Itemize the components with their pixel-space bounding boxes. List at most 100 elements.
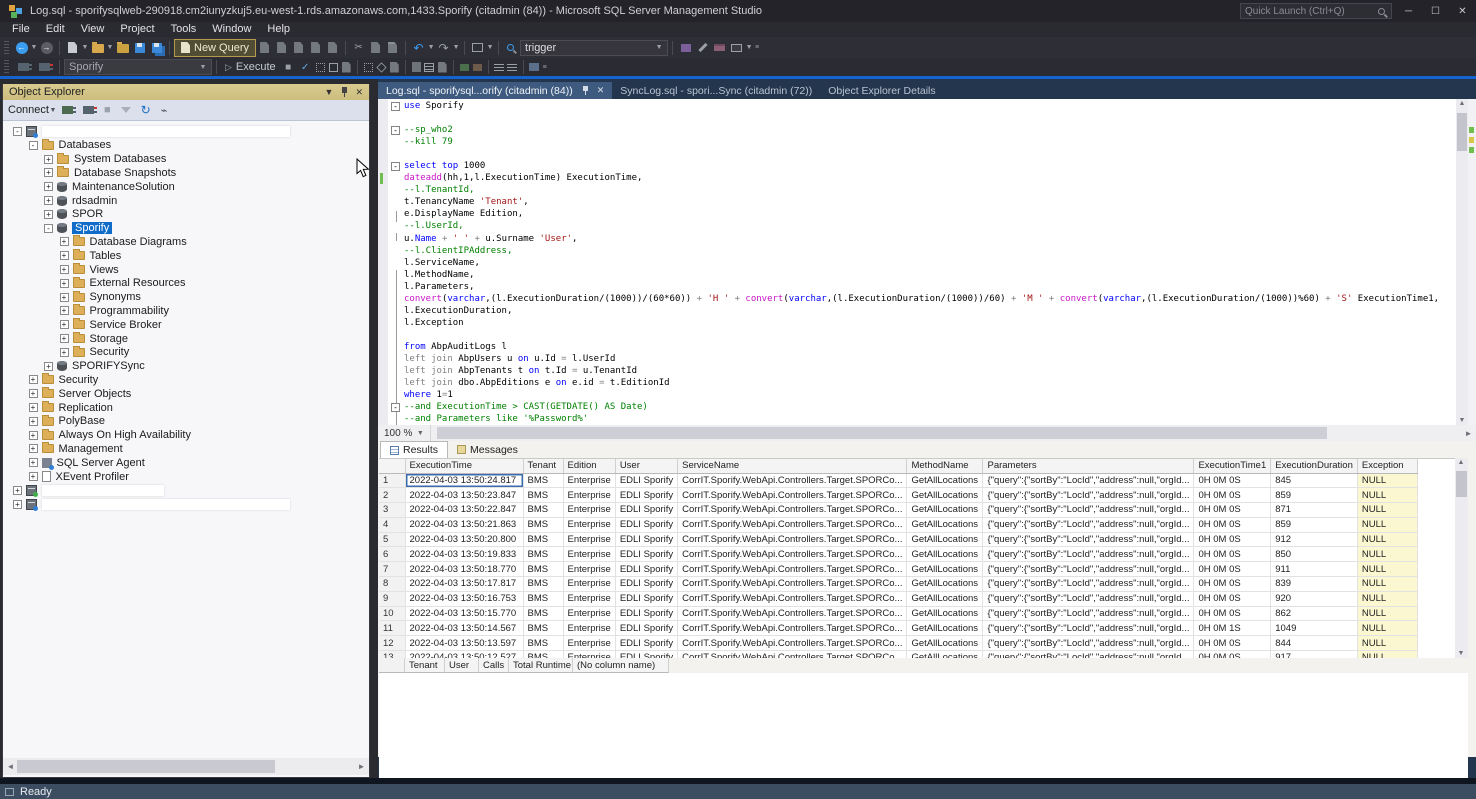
grid-cell[interactable]: Enterprise <box>563 606 615 621</box>
expand-box[interactable]: + <box>29 389 38 398</box>
grid-cell[interactable]: 0H 0M 0S <box>1194 473 1271 488</box>
grid-cell[interactable]: CorrIT.Sporify.WebApi.Controllers.Target… <box>678 562 907 577</box>
grid-cell[interactable]: CorrIT.Sporify.WebApi.Controllers.Target… <box>678 473 907 488</box>
grid-cell[interactable]: 0H 0M 0S <box>1194 562 1271 577</box>
grid-cell[interactable]: 2022-04-03 13:50:13.597 <box>405 636 523 651</box>
collapse-box[interactable]: - <box>13 127 22 136</box>
grid-cell[interactable]: {"query":{"sortBy":"LocId","address":nul… <box>983 577 1194 592</box>
grid-cell[interactable]: Enterprise <box>563 532 615 547</box>
grid-cell[interactable]: {"query":{"sortBy":"LocId","address":nul… <box>983 636 1194 651</box>
connect-query-icon[interactable] <box>18 63 29 71</box>
grid-cell[interactable]: 0H 0M 0S <box>1194 503 1271 518</box>
results-to-text-icon[interactable] <box>410 59 423 76</box>
doc-tab[interactable]: SyncLog.sql - spori...Sync (citadmin (72… <box>612 82 820 99</box>
grid-cell[interactable]: CorrIT.Sporify.WebApi.Controllers.Target… <box>678 532 907 547</box>
fold-collapse-box[interactable]: - <box>391 126 400 135</box>
tree-item-server[interactable]: + <box>13 484 164 497</box>
grid-cell[interactable]: 2022-04-03 13:50:15.770 <box>405 606 523 621</box>
expand-box[interactable]: + <box>29 444 38 453</box>
grid-cell[interactable]: GetAllLocations <box>907 636 983 651</box>
column-header-executiontime[interactable]: ExecutionTime <box>405 459 523 473</box>
grid-cell[interactable]: {"query":{"sortBy":"LocId","address":nul… <box>983 473 1194 488</box>
column-header-total-runtime[interactable]: Total Runtime <box>509 658 573 673</box>
editor-vscrollbar[interactable]: ▲ ▼ <box>1456 99 1468 425</box>
fold-collapse-box[interactable]: - <box>391 403 400 412</box>
grid-cell[interactable]: Enterprise <box>563 621 615 636</box>
connect-caret[interactable]: ▼ <box>49 107 57 114</box>
grid-cell[interactable]: NULL <box>1357 577 1417 592</box>
actual-plan-icon[interactable] <box>362 59 375 76</box>
expand-box[interactable]: + <box>60 265 69 274</box>
expand-box[interactable]: + <box>60 293 69 302</box>
grid-cell[interactable]: BMS <box>523 636 563 651</box>
expand-box[interactable]: + <box>13 486 22 495</box>
row-number-cell[interactable]: 5 <box>379 532 405 547</box>
tree-item-xevent-profiler[interactable]: +XEvent Profiler <box>29 470 129 483</box>
grid-cell[interactable]: NULL <box>1357 591 1417 606</box>
scroll-up-icon[interactable]: ▲ <box>1456 100 1468 107</box>
grid-cell[interactable]: EDLI Sporify <box>615 503 677 518</box>
doc-tab[interactable]: Object Explorer Details <box>820 82 943 99</box>
refresh-icon[interactable]: ↻ <box>141 103 151 117</box>
tree-item-replication[interactable]: +Replication <box>29 401 113 414</box>
grid-cell[interactable]: 2022-04-03 13:50:14.567 <box>405 621 523 636</box>
expand-box[interactable]: + <box>60 306 69 315</box>
tree-item-views[interactable]: +Views <box>60 263 119 276</box>
grid-cell[interactable]: GetAllLocations <box>907 621 983 636</box>
panel-close-icon[interactable]: ✕ <box>355 87 363 98</box>
disconnect-icon[interactable] <box>83 106 94 114</box>
new-database-query-icon[interactable] <box>256 39 273 56</box>
column-header-methodname[interactable]: MethodName <box>907 459 983 473</box>
fold-collapse-box[interactable]: - <box>391 162 400 171</box>
live-stats-icon[interactable] <box>375 59 388 76</box>
expand-box[interactable]: + <box>29 375 38 384</box>
column-header-calls[interactable]: Calls <box>479 658 509 673</box>
grid-cell[interactable]: BMS <box>523 473 563 488</box>
grid-cell[interactable]: EDLI Sporify <box>615 651 677 658</box>
column-header-servicename[interactable]: ServiceName <box>678 459 907 473</box>
grid-cell[interactable]: 911 <box>1271 562 1358 577</box>
grid-cell[interactable]: {"query":{"sortBy":"LocId","address":nul… <box>983 606 1194 621</box>
grid-cell[interactable]: BMS <box>523 591 563 606</box>
expand-box[interactable]: + <box>44 182 53 191</box>
comment-icon[interactable] <box>458 59 471 76</box>
expand-box[interactable]: + <box>60 237 69 246</box>
grid-cell[interactable]: 2022-04-03 13:50:22.847 <box>405 503 523 518</box>
grid-cell[interactable]: CorrIT.Sporify.WebApi.Controllers.Target… <box>678 636 907 651</box>
available-databases-combo[interactable]: Sporify ▼ <box>64 59 212 75</box>
console-icon[interactable] <box>728 39 745 56</box>
minimize-button[interactable]: ─ <box>1395 0 1422 22</box>
grid-cell[interactable]: BMS <box>523 488 563 503</box>
column-header--no-column-name-[interactable]: (No column name) <box>573 658 669 673</box>
expand-box[interactable]: + <box>44 168 53 177</box>
grid-cell[interactable]: BMS <box>523 517 563 532</box>
row-number-header[interactable] <box>379 459 405 473</box>
scroll-down-icon[interactable]: ▼ <box>1455 650 1467 657</box>
grid-cell[interactable]: GetAllLocations <box>907 517 983 532</box>
scroll-right-icon[interactable]: ► <box>1461 429 1476 438</box>
redo-caret[interactable]: ▼ <box>452 44 460 51</box>
find-icon[interactable] <box>503 39 520 56</box>
results-grid[interactable]: ExecutionTimeTenantEditionUserServiceNam… <box>379 458 1455 658</box>
connect-button[interactable]: Connect <box>8 104 49 116</box>
grid-cell[interactable]: 871 <box>1271 503 1358 518</box>
save-all-icon[interactable] <box>148 39 165 56</box>
grid-cell[interactable]: EDLI Sporify <box>615 621 677 636</box>
row-number-cell[interactable]: 11 <box>379 621 405 636</box>
filter-icon[interactable] <box>121 104 131 116</box>
grid-cell[interactable]: {"query":{"sortBy":"LocId","address":nul… <box>983 503 1194 518</box>
grid-cell[interactable]: GetAllLocations <box>907 488 983 503</box>
menu-window[interactable]: Window <box>204 22 259 37</box>
window-layout-caret[interactable]: ▼ <box>486 44 494 51</box>
grid-cell[interactable]: CorrIT.Sporify.WebApi.Controllers.Target… <box>678 606 907 621</box>
new-file-caret[interactable]: ▼ <box>81 44 89 51</box>
grid-cell[interactable]: Enterprise <box>563 473 615 488</box>
grid-cell[interactable]: 912 <box>1271 532 1358 547</box>
save-icon[interactable] <box>131 39 148 56</box>
expand-box[interactable]: + <box>60 348 69 357</box>
grid-cell[interactable]: EDLI Sporify <box>615 532 677 547</box>
grid-cell[interactable]: Enterprise <box>563 577 615 592</box>
column-header-executionduration[interactable]: ExecutionDuration <box>1271 459 1358 473</box>
grid-cell[interactable]: BMS <box>523 503 563 518</box>
grid-cell[interactable]: 2022-04-03 13:50:18.770 <box>405 562 523 577</box>
